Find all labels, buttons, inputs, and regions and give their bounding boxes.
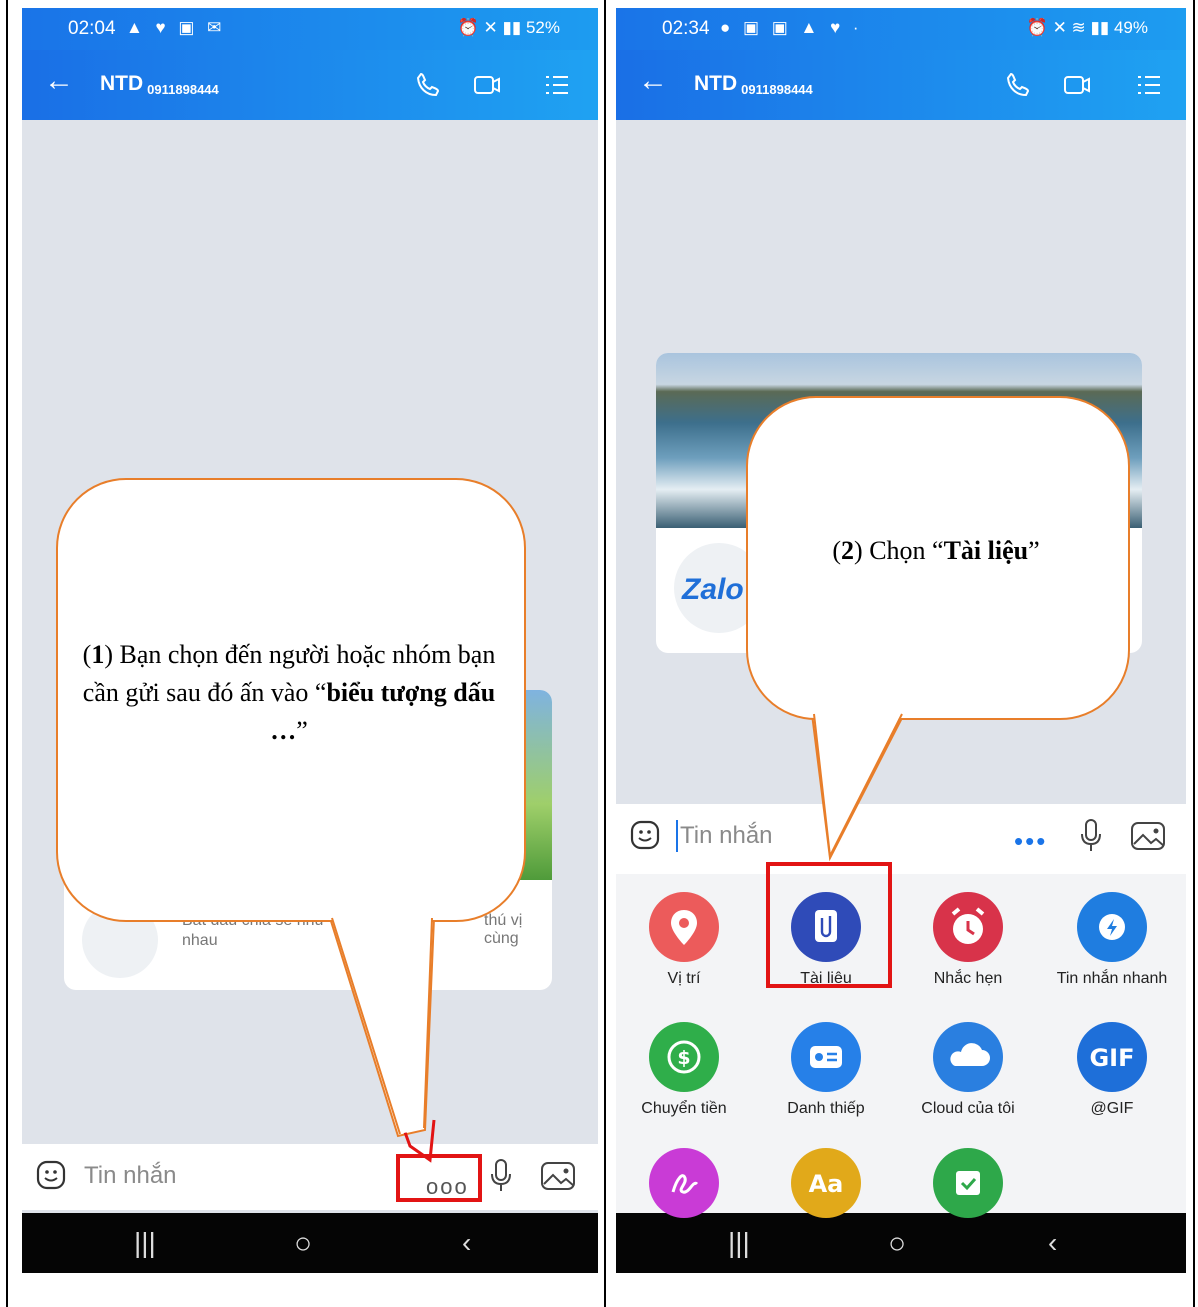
- message-input-bar: Tin nhắn •••: [616, 804, 1186, 874]
- status-right: ⏰ ✕ ▮▮ 52%: [457, 18, 560, 37]
- contact-phone: 0911898444: [147, 82, 219, 97]
- recent-apps-icon[interactable]: |||: [134, 1227, 156, 1259]
- cloud-icon: [933, 1022, 1003, 1092]
- callout-1-text: (1) Bạn chọn đến người hoặc nhóm bạn cần…: [82, 640, 496, 745]
- highlight-more-button: [396, 1154, 482, 1202]
- microphone-icon[interactable]: [1078, 818, 1104, 854]
- menu-list-icon[interactable]: [542, 70, 572, 100]
- nav-back-icon[interactable]: ‹: [1048, 1227, 1057, 1259]
- phone-call-icon[interactable]: [1004, 70, 1034, 100]
- menu-item-chuy-n-ti-n[interactable]: $ Chuyển tiền: [616, 1022, 754, 1118]
- menu-item-tin-nh-n-nhanh[interactable]: Tin nhắn nhanh: [1042, 892, 1182, 988]
- menu-item-signature-icon[interactable]: [616, 1148, 754, 1226]
- android-nav-bar: ||| ○ ‹: [22, 1213, 598, 1273]
- svg-text:$: $: [677, 1047, 690, 1069]
- message-input-bar: Tin nhắn ooo: [22, 1144, 598, 1210]
- emoji-icon[interactable]: [630, 820, 660, 850]
- status-bar: 02:04 ▲ ♥ ▣ ✉ ⏰ ✕ ▮▮ 52%: [22, 8, 598, 50]
- status-time: 02:34: [662, 18, 710, 39]
- menu-item-label: Danh thiếp: [787, 1100, 865, 1117]
- video-call-icon[interactable]: [472, 70, 502, 100]
- more-options-icon[interactable]: •••: [1014, 826, 1047, 857]
- location-pin-icon: [649, 892, 719, 962]
- message-input[interactable]: Tin nhắn: [680, 822, 773, 850]
- phone-call-icon[interactable]: [414, 70, 444, 100]
- menu-item--gif[interactable]: GIF @GIF: [1042, 1022, 1182, 1118]
- status-right: ⏰ ✕ ≋ ▮▮ 49%: [1026, 18, 1148, 37]
- image-icon[interactable]: [1130, 820, 1166, 852]
- menu-item-label: Vị trí: [667, 970, 701, 987]
- callout-2-text-before: ) Chọn “: [854, 536, 944, 565]
- card-text-end: thú vị cùng: [484, 912, 523, 947]
- microphone-icon[interactable]: [488, 1158, 514, 1194]
- callout-2-step: 2: [841, 536, 855, 565]
- contact-name: NTD: [100, 72, 144, 95]
- signature-icon: [649, 1148, 719, 1218]
- callout-2-text: (2) Chọn “Tài liệu”: [832, 536, 1040, 565]
- menu-item-label: Tin nhắn nhanh: [1056, 970, 1168, 987]
- chat-header: ← NTD 0911898444: [22, 50, 598, 120]
- lightning-bubble-icon: [1077, 892, 1147, 962]
- home-icon[interactable]: ○: [294, 1227, 312, 1261]
- menu-item-label: @GIF: [1090, 1100, 1134, 1117]
- menu-list-icon[interactable]: [1134, 70, 1164, 100]
- card-text-line2: nhau: [182, 932, 218, 949]
- status-bar: 02:34 ● ▣ ▣ ▲ ♥ · ⏰ ✕ ≋ ▮▮ 49%: [616, 8, 1186, 50]
- table-border-middle: [604, 0, 606, 1307]
- menu-item-checklist-icon[interactable]: [898, 1148, 1038, 1226]
- text-style-icon: Aa: [791, 1148, 861, 1218]
- menu-item-text-style-icon[interactable]: Aa: [756, 1148, 896, 1226]
- back-arrow-icon[interactable]: ←: [44, 66, 74, 96]
- alarm-clock-icon: [933, 892, 1003, 962]
- contact-name: NTD: [694, 72, 738, 95]
- battery-level: 52%: [525, 18, 560, 37]
- menu-item-danh-thi-p[interactable]: Danh thiếp: [756, 1022, 896, 1118]
- highlight-document-option: [766, 862, 892, 988]
- money-transfer-icon: $: [649, 1022, 719, 1092]
- contact-card-icon: [791, 1022, 861, 1092]
- status-icons: ▲ ♥ ▣ ✉: [126, 18, 226, 37]
- emoji-icon[interactable]: [36, 1160, 66, 1190]
- table-border-right: [1193, 0, 1195, 1307]
- menu-item-nh-c-h-n[interactable]: Nhắc hẹn: [898, 892, 1038, 988]
- message-input[interactable]: Tin nhắn: [84, 1162, 177, 1190]
- contact-title[interactable]: NTD 0911898444: [694, 72, 813, 97]
- callout-2-text-after: ”: [1028, 536, 1040, 565]
- menu-item-label: Nhắc hẹn: [933, 970, 1003, 987]
- gif-icon: GIF: [1077, 1022, 1147, 1092]
- home-icon[interactable]: ○: [888, 1227, 906, 1261]
- menu-item-label: Cloud của tôi: [921, 1100, 1015, 1117]
- menu-item-cloud-c-a-t-i[interactable]: Cloud của tôi: [898, 1022, 1038, 1118]
- table-border-left: [6, 0, 8, 1307]
- recent-apps-icon[interactable]: |||: [728, 1227, 750, 1259]
- callout-1-text-after: ”: [296, 716, 308, 745]
- contact-phone: 0911898444: [741, 82, 813, 97]
- battery-level: 49%: [1113, 18, 1148, 37]
- checklist-icon: [933, 1148, 1003, 1218]
- nav-back-icon[interactable]: ‹: [462, 1227, 471, 1259]
- chat-header: ← NTD 0911898444: [616, 50, 1186, 120]
- status-time: 02:04: [68, 18, 116, 39]
- svg-text:GIF: GIF: [1089, 1044, 1134, 1072]
- callout-2-bold: Tài liệu: [943, 536, 1029, 565]
- svg-text:Aa: Aa: [809, 1170, 844, 1198]
- callout-1-step: 1: [91, 640, 105, 669]
- text-cursor: [676, 820, 678, 852]
- menu-item-v-tr-[interactable]: Vị trí: [616, 892, 754, 988]
- contact-title[interactable]: NTD 0911898444: [100, 72, 219, 97]
- status-icons: ● ▣ ▣ ▲ ♥ ·: [720, 18, 863, 37]
- video-call-icon[interactable]: [1062, 70, 1092, 100]
- menu-item-label: Chuyển tiền: [641, 1100, 727, 1117]
- back-arrow-icon[interactable]: ←: [638, 66, 668, 96]
- image-icon[interactable]: [540, 1160, 576, 1192]
- zalo-logo: Zalo: [682, 573, 744, 606]
